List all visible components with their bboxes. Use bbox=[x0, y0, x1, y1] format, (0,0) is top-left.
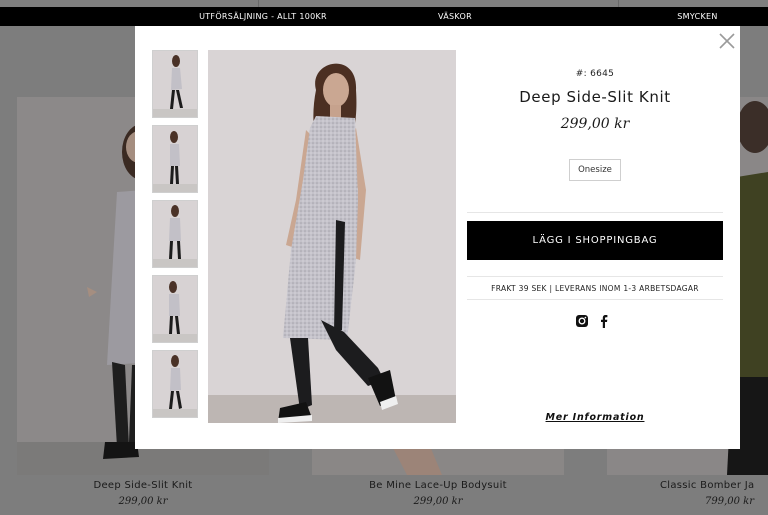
social-links bbox=[573, 314, 617, 328]
thumbnail-image[interactable] bbox=[152, 200, 198, 268]
product-sku: #: 6645 bbox=[575, 69, 615, 79]
divider bbox=[467, 276, 723, 277]
top-strip bbox=[0, 0, 768, 7]
nav-divider bbox=[258, 0, 259, 7]
main-product-image[interactable] bbox=[208, 50, 456, 423]
nav-item-sale[interactable]: UTFÖRSÄLJNING - ALLT 100KR bbox=[168, 7, 358, 26]
top-navigation: UTFÖRSÄLJNING - ALLT 100KR VÄSKOR SMYCKE… bbox=[0, 0, 768, 26]
product-price: 299,00 kr bbox=[560, 116, 630, 132]
product-card-price: 299,00 kr bbox=[413, 496, 463, 507]
add-to-bag-button[interactable]: LÄGG I SHOPPINGBAG bbox=[467, 221, 723, 260]
facebook-icon[interactable] bbox=[597, 314, 611, 328]
product-title: Deep Side-Slit Knit bbox=[519, 88, 671, 106]
instagram-icon[interactable] bbox=[575, 314, 589, 328]
more-information-link[interactable]: Mer Information bbox=[465, 412, 725, 423]
product-card-name[interactable]: Deep Side-Slit Knit bbox=[17, 480, 269, 491]
product-card-price: 299,00 kr bbox=[118, 496, 168, 507]
shipping-info: FRAKT 39 SEK | LEVERANS INOM 1-3 ARBETSD… bbox=[491, 284, 699, 293]
product-card-price: 799,00 kr bbox=[705, 496, 755, 507]
thumbnail-image[interactable] bbox=[152, 125, 198, 193]
nav-divider bbox=[618, 0, 619, 7]
thumbnail-image[interactable] bbox=[152, 275, 198, 343]
divider bbox=[467, 299, 723, 300]
product-photo bbox=[208, 50, 456, 423]
divider bbox=[467, 212, 723, 213]
nav-item-jewelry[interactable]: SMYCKEN bbox=[650, 7, 745, 26]
nav-item-bags[interactable]: VÄSKOR bbox=[405, 7, 505, 26]
quick-view-modal: #: 6645 Deep Side-Slit Knit 299,00 kr On… bbox=[135, 26, 740, 449]
thumbnail-image[interactable] bbox=[152, 50, 198, 118]
size-option-button[interactable]: Onesize bbox=[569, 159, 621, 181]
close-icon[interactable] bbox=[718, 32, 736, 50]
product-card-name[interactable]: Be Mine Lace-Up Bodysuit bbox=[312, 480, 564, 491]
thumbnail-image[interactable] bbox=[152, 350, 198, 418]
product-card-name[interactable]: Classic Bomber Ja bbox=[660, 480, 768, 491]
